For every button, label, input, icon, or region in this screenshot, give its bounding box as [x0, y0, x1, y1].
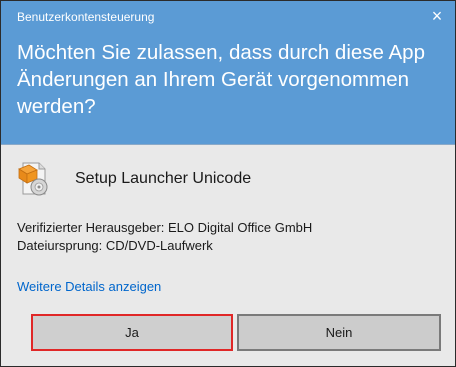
show-details-link[interactable]: Weitere Details anzeigen [17, 279, 161, 294]
header-divider [1, 144, 455, 145]
dialog-header: Benutzerkontensteuerung × Möchten Sie zu… [1, 1, 455, 144]
app-name: Setup Launcher Unicode [75, 170, 252, 187]
close-icon[interactable]: × [427, 7, 447, 27]
verified-publisher: Verifizierter Herausgeber: ELO Digital O… [17, 220, 313, 235]
window-title: Benutzerkontensteuerung [17, 10, 155, 24]
publisher-info: Verifizierter Herausgeber: ELO Digital O… [17, 219, 312, 255]
consent-question: Möchten Sie zulassen, dass durch diese A… [17, 41, 425, 118]
uac-dialog: Benutzerkontensteuerung × Möchten Sie zu… [0, 0, 456, 367]
yes-button[interactable]: Ja [31, 314, 233, 351]
file-origin: Dateiursprung: CD/DVD-Laufwerk [17, 238, 213, 253]
app-info-row: Setup Launcher Unicode [17, 159, 251, 199]
no-button[interactable]: Nein [237, 314, 441, 351]
setup-installer-icon [17, 160, 53, 198]
